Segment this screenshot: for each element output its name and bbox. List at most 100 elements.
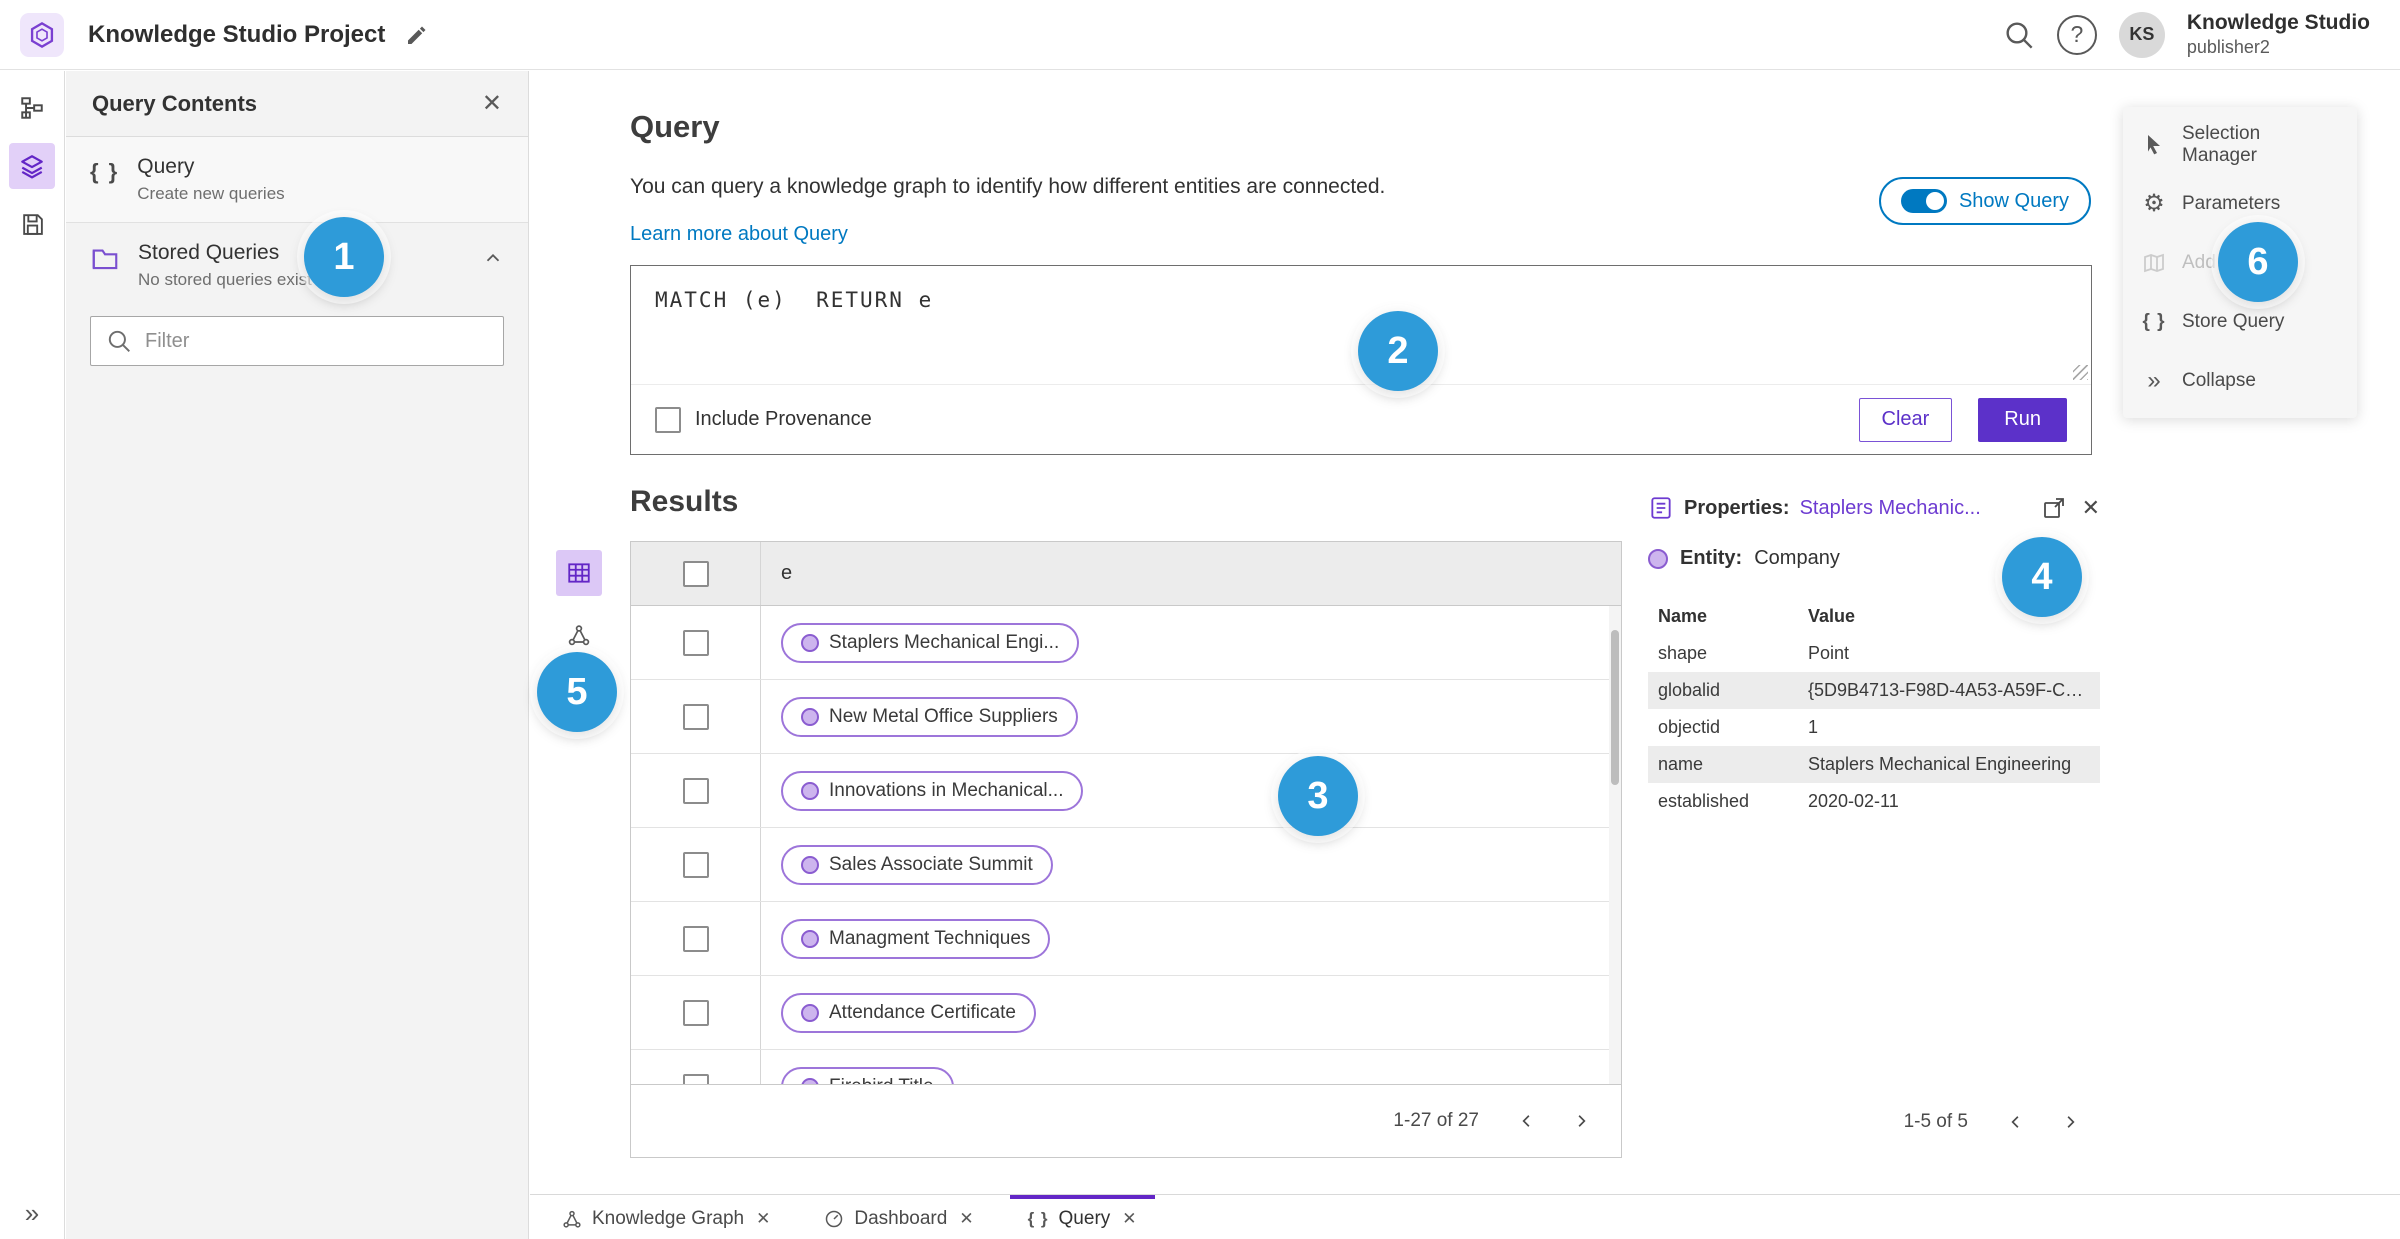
layers-icon[interactable] bbox=[9, 143, 55, 189]
search-icon[interactable] bbox=[2003, 19, 2035, 51]
clear-button[interactable]: Clear bbox=[1858, 397, 1953, 442]
learn-more-link[interactable]: Learn more about Query bbox=[630, 223, 848, 246]
annotation-badge-3: 3 bbox=[1278, 756, 1358, 836]
table-view-icon[interactable] bbox=[556, 550, 602, 596]
entity-label: Entity: bbox=[1680, 547, 1743, 569]
add-to-selection-icon[interactable] bbox=[2042, 496, 2066, 520]
query-editor[interactable]: MATCH (e) RETURN e bbox=[655, 288, 2067, 312]
property-row: globalid {5D9B4713-F98D-4A53-A59F-C11... bbox=[1648, 672, 2100, 709]
edit-title-icon[interactable] bbox=[405, 23, 429, 47]
chevron-up-icon[interactable] bbox=[482, 247, 504, 269]
run-button[interactable]: Run bbox=[1978, 397, 2067, 442]
row-checkbox[interactable] bbox=[682, 777, 709, 804]
entity-chip[interactable]: New Metal Office Suppliers bbox=[781, 696, 1078, 737]
panel-header: Query Contents ✕ bbox=[66, 71, 528, 137]
braces-icon: { } bbox=[1027, 1209, 1049, 1228]
property-name: shape bbox=[1658, 643, 1708, 663]
show-query-toggle[interactable]: Show Query bbox=[1878, 177, 2091, 225]
parameters-item[interactable]: ⚙ Parameters bbox=[2123, 174, 2357, 233]
close-tab-icon[interactable]: ✕ bbox=[1122, 1209, 1136, 1229]
table-scrollbar[interactable] bbox=[1609, 606, 1621, 1084]
stored-queries-sublabel: No stored queries exist bbox=[138, 270, 312, 289]
selection-manager-item[interactable]: Selection Manager bbox=[2123, 115, 2357, 174]
properties-icon bbox=[1648, 495, 1674, 521]
row-checkbox[interactable] bbox=[682, 703, 709, 730]
entity-chip-label: Staplers Mechanical Engi... bbox=[829, 631, 1060, 653]
expand-rail-icon[interactable]: » bbox=[0, 1198, 64, 1229]
help-icon[interactable]: ? bbox=[2056, 14, 2097, 55]
filter-input[interactable] bbox=[90, 316, 504, 366]
close-panel-icon[interactable]: ✕ bbox=[482, 89, 502, 118]
sidebar-item-stored-queries[interactable]: Stored Queries No stored queries exist bbox=[66, 223, 528, 308]
entity-dot-icon bbox=[801, 781, 819, 800]
tab-dashboard[interactable]: Dashboard ✕ bbox=[806, 1195, 991, 1239]
entity-chip[interactable]: Attendance Certificate bbox=[781, 992, 1036, 1033]
bottom-tab-bar: Knowledge Graph ✕ Dashboard ✕ { } Query … bbox=[530, 1194, 2400, 1239]
property-value: {5D9B4713-F98D-4A53-A59F-C11... bbox=[1808, 680, 2090, 700]
entity-chip[interactable]: Firebird Title bbox=[781, 1066, 954, 1085]
app-root: Knowledge Studio Project ? KS Knowledge … bbox=[0, 0, 2400, 1239]
project-contents-icon[interactable] bbox=[9, 85, 55, 131]
row-checkbox[interactable] bbox=[682, 629, 709, 656]
property-value: 1 bbox=[1808, 717, 1819, 737]
resize-grip[interactable] bbox=[2073, 365, 2088, 380]
close-tab-icon[interactable]: ✕ bbox=[756, 1209, 770, 1229]
row-checkbox[interactable] bbox=[682, 851, 709, 878]
table-row: Firebird Title bbox=[631, 1050, 1621, 1084]
row-checkbox[interactable] bbox=[682, 999, 709, 1026]
braces-icon: { } bbox=[90, 159, 120, 184]
next-page-icon[interactable] bbox=[1557, 1097, 1605, 1145]
collapse-label: Collapse bbox=[2182, 369, 2256, 391]
entity-chip[interactable]: Innovations in Mechanical... bbox=[781, 770, 1084, 811]
entity-chip[interactable]: Managment Techniques bbox=[781, 918, 1051, 959]
dashboard-icon bbox=[824, 1209, 844, 1229]
toggle-on-icon[interactable] bbox=[1900, 189, 1947, 213]
filter-search-icon bbox=[106, 328, 132, 354]
properties-label: Properties: bbox=[1684, 496, 1790, 519]
property-name: objectid bbox=[1658, 717, 1721, 737]
entity-dot-icon bbox=[801, 707, 819, 726]
store-query-item[interactable]: { } Store Query bbox=[2123, 292, 2357, 351]
annotation-badge-2: 2 bbox=[1358, 311, 1438, 391]
app-logo-icon[interactable] bbox=[20, 12, 64, 57]
close-tab-icon[interactable]: ✕ bbox=[959, 1209, 973, 1229]
include-provenance-checkbox[interactable] bbox=[655, 406, 681, 433]
select-all-checkbox[interactable] bbox=[682, 560, 709, 587]
results-pagination: 1-27 of 27 bbox=[631, 1084, 1621, 1157]
property-row: objectid 1 bbox=[1648, 709, 2100, 746]
properties-entity-link[interactable]: Staplers Mechanic... bbox=[1800, 497, 1981, 520]
user-role: publisher2 bbox=[2186, 37, 2270, 58]
tab-knowledge-graph[interactable]: Knowledge Graph ✕ bbox=[544, 1195, 788, 1239]
props-next-page-icon[interactable] bbox=[2046, 1098, 2094, 1146]
entity-chip[interactable]: Sales Associate Summit bbox=[781, 844, 1053, 885]
entity-chip-label: Firebird Title bbox=[829, 1076, 934, 1085]
save-icon[interactable] bbox=[9, 201, 55, 247]
row-checkbox[interactable] bbox=[682, 1073, 709, 1084]
selection-manager-icon bbox=[2141, 133, 2167, 157]
properties-header: Properties: Staplers Mechanic... ✕ bbox=[1648, 495, 2100, 521]
row-checkbox[interactable] bbox=[682, 925, 709, 952]
avatar[interactable]: KS bbox=[2118, 11, 2165, 58]
props-prev-page-icon[interactable] bbox=[1992, 1098, 2040, 1146]
results-title: Results bbox=[630, 485, 739, 518]
entity-dot-icon bbox=[801, 1077, 819, 1084]
entity-chip-label: Sales Associate Summit bbox=[829, 853, 1033, 875]
stored-queries-label: Stored Queries bbox=[138, 241, 280, 264]
project-title: Knowledge Studio Project bbox=[88, 20, 386, 48]
close-properties-icon[interactable]: ✕ bbox=[2082, 495, 2100, 521]
scrollbar-thumb[interactable] bbox=[1611, 630, 1619, 785]
main-area: Query You can query a knowledge graph to… bbox=[530, 71, 2400, 1194]
tab-query[interactable]: { } Query ✕ bbox=[1009, 1195, 1155, 1239]
entity-type-value: Company bbox=[1754, 547, 1840, 569]
sidebar-item-query[interactable]: { } Query Create new queries bbox=[66, 137, 528, 223]
entity-dot-icon bbox=[801, 855, 819, 874]
entity-chip[interactable]: Staplers Mechanical Engi... bbox=[781, 622, 1080, 663]
properties-pagination: 1-5 of 5 bbox=[1648, 1086, 2100, 1158]
collapse-item[interactable]: » Collapse bbox=[2123, 351, 2357, 410]
prev-page-icon[interactable] bbox=[1503, 1097, 1551, 1145]
property-value: Point bbox=[1808, 643, 1850, 663]
query-item-label: Query bbox=[137, 155, 195, 178]
entity-chip-label: Managment Techniques bbox=[829, 927, 1031, 949]
property-name: established bbox=[1658, 791, 1750, 811]
entity-chip-label: Innovations in Mechanical... bbox=[829, 779, 1064, 801]
